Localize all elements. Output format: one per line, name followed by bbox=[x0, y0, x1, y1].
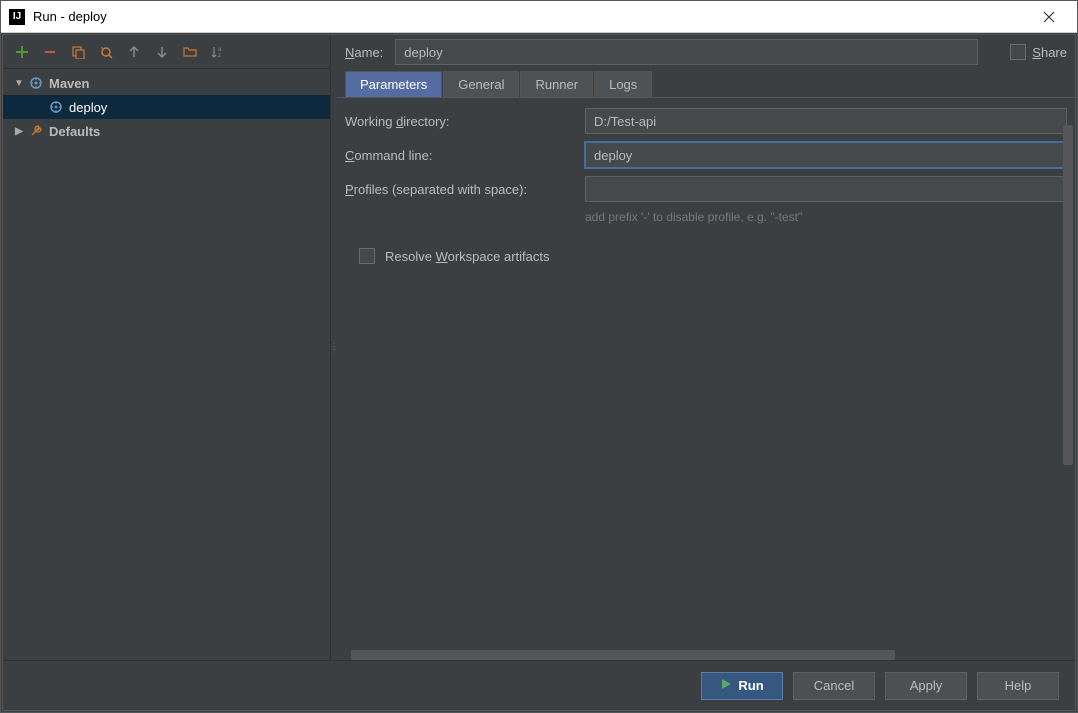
copy-config-button[interactable] bbox=[67, 41, 89, 63]
maven-icon bbox=[47, 100, 65, 114]
tab-parameters[interactable]: Parameters bbox=[345, 71, 442, 97]
content-area: az ▼ Maven deploy bbox=[2, 34, 1076, 711]
chevron-down-icon: ▼ bbox=[11, 78, 27, 89]
scrollbar-thumb[interactable] bbox=[351, 650, 895, 660]
right-panel: Name: Share Parameters General Runner Lo… bbox=[337, 35, 1075, 660]
tree-node-deploy[interactable]: deploy bbox=[3, 95, 330, 119]
add-config-button[interactable] bbox=[11, 41, 33, 63]
run-button-label: Run bbox=[738, 678, 763, 693]
resolve-workspace-label: Resolve Workspace artifacts bbox=[385, 249, 550, 264]
apply-button[interactable]: Apply bbox=[885, 672, 967, 700]
move-down-button[interactable] bbox=[151, 41, 173, 63]
app-icon: IJ bbox=[9, 9, 25, 25]
name-label: Name: bbox=[345, 45, 383, 60]
run-button[interactable]: Run bbox=[701, 672, 783, 700]
share-checkbox[interactable] bbox=[1010, 44, 1026, 60]
save-config-button[interactable] bbox=[95, 41, 117, 63]
play-icon bbox=[720, 678, 732, 693]
horizontal-scrollbar[interactable] bbox=[351, 650, 955, 660]
profiles-row: Profiles (separated with space): bbox=[345, 176, 1067, 202]
tree-label: Defaults bbox=[49, 124, 100, 139]
config-toolbar: az bbox=[3, 35, 330, 69]
working-dir-input[interactable] bbox=[585, 108, 1067, 134]
working-dir-row: Working directory: bbox=[345, 108, 1067, 134]
command-line-input[interactable] bbox=[585, 142, 1067, 168]
config-tree: ▼ Maven deploy ▶ bbox=[3, 69, 330, 660]
tree-label: deploy bbox=[69, 100, 107, 115]
profiles-hint: add prefix '-' to disable profile, e.g. … bbox=[585, 210, 1067, 224]
main-area: az ▼ Maven deploy bbox=[3, 35, 1075, 660]
working-dir-label: Working directory: bbox=[345, 114, 585, 129]
command-line-row: Command line: bbox=[345, 142, 1067, 168]
share-label: Share bbox=[1032, 45, 1067, 60]
window-title: Run - deploy bbox=[33, 9, 1029, 24]
tree-node-defaults[interactable]: ▶ Defaults bbox=[3, 119, 330, 143]
help-button[interactable]: Help bbox=[977, 672, 1059, 700]
profiles-label: Profiles (separated with space): bbox=[345, 182, 585, 197]
tab-content-parameters: Working directory: Command line: Profile… bbox=[337, 97, 1075, 660]
wrench-icon bbox=[27, 124, 45, 138]
tab-runner[interactable]: Runner bbox=[520, 71, 593, 97]
tab-logs[interactable]: Logs bbox=[594, 71, 652, 97]
tabs-bar: Parameters General Runner Logs bbox=[337, 69, 1075, 97]
move-up-button[interactable] bbox=[123, 41, 145, 63]
resolve-workspace-checkbox[interactable] bbox=[359, 248, 375, 264]
tab-general[interactable]: General bbox=[443, 71, 519, 97]
sort-button[interactable]: az bbox=[207, 41, 229, 63]
maven-icon bbox=[27, 76, 45, 90]
dialog-footer: Run Cancel Apply Help bbox=[3, 660, 1075, 710]
close-icon[interactable] bbox=[1029, 2, 1069, 32]
profiles-input[interactable] bbox=[585, 176, 1067, 202]
run-config-window: IJ Run - deploy bbox=[0, 0, 1078, 713]
chevron-right-icon: ▶ bbox=[11, 126, 27, 137]
name-input[interactable] bbox=[395, 39, 978, 65]
remove-config-button[interactable] bbox=[39, 41, 61, 63]
folder-button[interactable] bbox=[179, 41, 201, 63]
titlebar: IJ Run - deploy bbox=[1, 1, 1077, 33]
cancel-button[interactable]: Cancel bbox=[793, 672, 875, 700]
left-panel: az ▼ Maven deploy bbox=[3, 35, 331, 660]
vertical-scrollbar[interactable] bbox=[1063, 125, 1073, 465]
resolve-workspace-row: Resolve Workspace artifacts bbox=[359, 248, 1067, 264]
share-checkbox-group: Share bbox=[1010, 44, 1067, 60]
tree-node-maven[interactable]: ▼ Maven bbox=[3, 71, 330, 95]
svg-text:z: z bbox=[218, 53, 221, 59]
tree-label: Maven bbox=[49, 76, 89, 91]
command-line-label: Command line: bbox=[345, 148, 585, 163]
name-row: Name: Share bbox=[337, 35, 1075, 69]
